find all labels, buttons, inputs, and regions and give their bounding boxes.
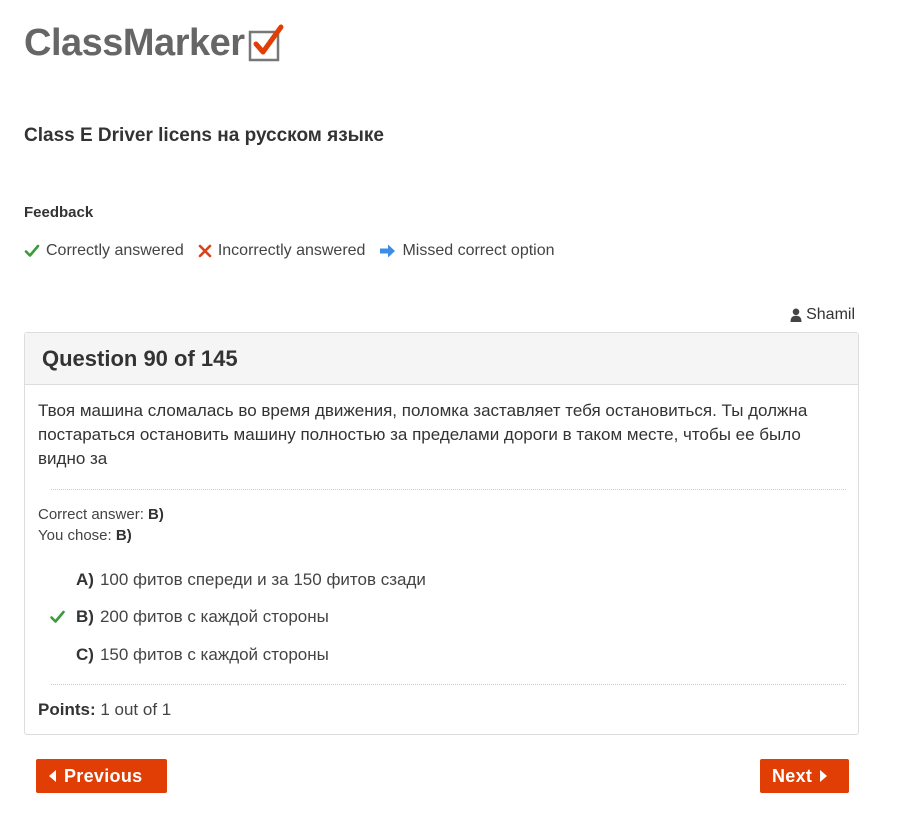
- divider: [51, 684, 846, 685]
- option-text: 150 фитов с каждой стороны: [99, 644, 329, 664]
- next-button-label: Next: [772, 765, 813, 786]
- option-text: 200 фитов с каждой стороны: [99, 607, 329, 627]
- option-text: 100 фитов спереди и за 150 фитов сзади: [99, 569, 426, 589]
- checkmark-icon: [50, 610, 65, 624]
- cross-icon: [198, 244, 212, 258]
- option-b: B) 200 фитов с каждой стороны: [49, 599, 426, 637]
- correct-answer-value: B): [148, 506, 164, 523]
- classmarker-logo: ClassMarker: [24, 22, 285, 64]
- user-icon: [790, 308, 802, 322]
- option-letter: C): [76, 644, 94, 664]
- feedback-legend: Correctly answered Incorrectly answered …: [24, 242, 569, 260]
- question-text: Твоя машина сломалась во время движения,…: [38, 401, 808, 468]
- chosen-answer-label: You chose:: [38, 527, 112, 544]
- legend-incorrect-label: Incorrectly answered: [217, 242, 366, 259]
- legend-missed: Missed correct option: [379, 242, 555, 260]
- correct-answer-label: Correct answer:: [38, 506, 144, 523]
- points-label: Points:: [38, 700, 96, 719]
- question-header: Question 90 of 145: [25, 333, 858, 385]
- checkmark-icon: [24, 244, 40, 257]
- answer-options: A) 100 фитов спереди и за 150 фитов сзад…: [49, 561, 426, 674]
- legend-correct: Correctly answered: [24, 242, 184, 260]
- option-c: C) 150 фитов с каждой стороны: [49, 636, 426, 674]
- option-a: A) 100 фитов спереди и за 150 фитов сзад…: [49, 561, 426, 599]
- previous-button-label: Previous: [64, 765, 143, 786]
- logo-text: ClassMarker: [24, 22, 245, 64]
- points-line: Points: 1 out of 1: [38, 700, 171, 720]
- quiz-title: Class E Driver licens на русском языке: [24, 125, 384, 146]
- previous-button[interactable]: Previous: [36, 759, 167, 793]
- logo-checkbox-icon: [248, 24, 284, 62]
- chosen-answer-line: You chose: B): [38, 525, 132, 546]
- chosen-answer-value: B): [115, 527, 132, 544]
- legend-incorrect: Incorrectly answered: [198, 242, 366, 260]
- next-button[interactable]: Next: [760, 759, 849, 793]
- legend-correct-label: Correctly answered: [46, 242, 184, 259]
- user-name: Shamil: [806, 306, 855, 323]
- legend-missed-label: Missed correct option: [402, 242, 555, 259]
- caret-right-icon: [820, 770, 828, 782]
- caret-left-icon: [49, 770, 56, 782]
- question-number: Question 90 of 145: [42, 345, 238, 371]
- user-info: Shamil: [790, 306, 855, 324]
- option-letter: B): [76, 607, 94, 627]
- option-mark: [49, 609, 76, 625]
- arrow-right-icon: [380, 244, 396, 258]
- correct-answer-line: Correct answer: B): [38, 504, 164, 525]
- option-letter: A): [76, 569, 94, 589]
- points-value: 1 out of 1: [100, 700, 172, 719]
- feedback-heading: Feedback: [24, 204, 94, 221]
- question-card: Question 90 of 145 Твоя машина сломалась…: [24, 332, 859, 735]
- divider: [51, 489, 846, 490]
